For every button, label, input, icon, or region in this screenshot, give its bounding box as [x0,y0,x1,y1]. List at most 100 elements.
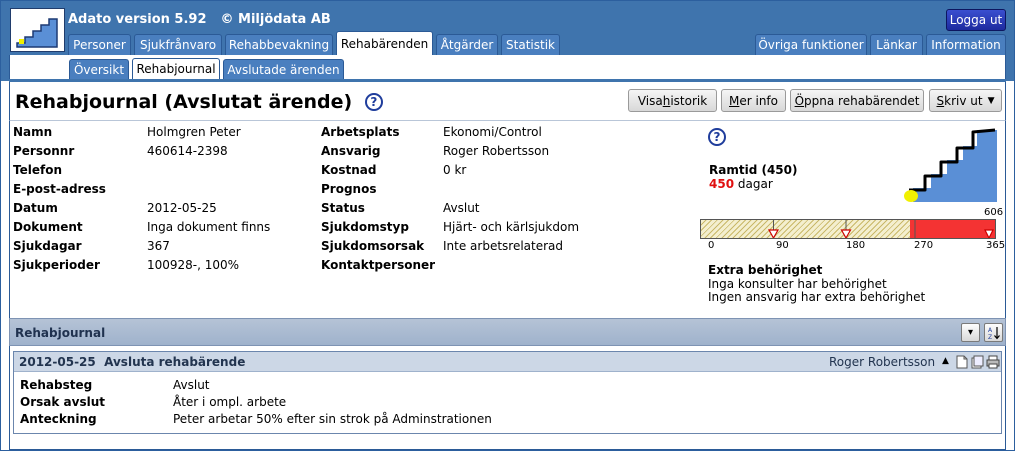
entry-value-orsak-avslut: Åter i ompl. arbete [173,395,287,409]
entry-label-rehabsteg: Rehabsteg [20,378,93,392]
help-icon[interactable]: ? [364,93,383,111]
stairs-illustration-icon [904,128,997,202]
extra-permission-line1: Inga konsulter har behörighet [708,277,887,291]
field-value-ansvarig: Roger Robertsson [443,144,550,158]
field-label-kontaktpersoner: Kontaktpersoner [321,258,436,272]
tab-information[interactable]: Information [926,34,1006,55]
field-label-personnr: Personnr [13,144,75,158]
app-version: Adato version 5.92 [68,12,207,27]
stairs-logo-icon [16,18,58,48]
field-label-namn: Namn [13,125,53,139]
field-label-telefon: Telefon [13,163,62,177]
svg-text:Z: Z [988,334,992,340]
ramtid-tick-0: 0 [708,240,715,251]
entry-label-orsak-avslut: Orsak avslut [20,395,105,409]
tab-statistik[interactable]: Statistik [501,34,560,55]
field-value-sjukdomstyp: Hjärt- och kärlsjukdom [443,220,580,234]
field-value-arbetsplats: Ekonomi/Control [443,125,542,139]
field-label-dokument: Dokument [13,220,83,234]
marker-90-icon [767,229,780,238]
chevron-down-icon: ▾ [967,327,974,338]
journal-section-title: Rehabjournal [15,326,106,340]
collapse-dropdown-button[interactable]: ▾ [961,323,980,342]
ramtid-days-value: 450 [709,177,735,191]
field-value-namn: Holmgren Peter [147,125,241,139]
ramtid-days-unit: dagar [737,177,773,191]
field-value-dokument: Inga dokument finns [147,220,271,234]
field-label-ansvarig: Ansvarig [321,144,381,158]
journal-entry-header: 2012-05-25 Avsluta rehabärende Roger Rob… [14,352,1001,372]
extra-permission-title: Extra behörighet [708,263,823,277]
field-label-datum: Datum [13,201,58,215]
tab-rehabarenden[interactable]: Rehabärenden [336,31,433,55]
copyright: © Miljödata AB [220,12,331,27]
print-icon[interactable] [986,355,1000,369]
journal-list: 2012-05-25 Avsluta rehabärende Roger Rob… [9,346,1006,450]
field-value-kostnad: 0 kr [443,163,467,177]
chevron-down-icon: ▼ [987,95,995,106]
open-case-button[interactable]: Öppna rehabärendet [790,89,924,112]
print-label: Skriv ut [936,93,983,108]
extra-permission-line2: Ingen ansvarig har extra behörighet [708,290,926,304]
app-window: Adato version 5.92 © Miljödata AB Logga u… [0,0,1015,451]
field-label-prognos: Prognos [321,182,377,196]
field-label-epost: E-post-adress [13,182,106,196]
title-bar: Rehabjournal (Avslutat ärende) ? Visa hi… [9,82,1006,121]
journal-entry-type: Avsluta rehabärende [104,355,246,369]
marker-180-icon [840,229,852,238]
ramtid-tick-270: 270 [914,240,934,251]
field-label-status: Status [321,201,365,215]
journal-section-header: Rehabjournal ▾ A Z [9,318,1006,346]
logout-button[interactable]: Logga ut [946,9,1006,31]
journal-entry: 2012-05-25 Avsluta rehabärende Roger Rob… [13,351,1002,434]
ramtid-tick-180: 180 [846,240,866,251]
field-value-status: Avslut [443,201,480,215]
tab-rehabbevakning[interactable]: Rehabbevakning [225,34,333,55]
journal-entry-title: 2012-05-25 Avsluta rehabärende [19,355,245,369]
sort-icon: A Z [988,326,1000,340]
ramtid-title: Ramtid (450) [709,163,798,177]
ramtid-tick-90: 90 [776,240,789,251]
ramtid-markers [767,220,994,238]
field-value-sjukdagar: 367 [147,239,170,253]
ramtid-max-label: 606 [984,207,1004,218]
tab-personer[interactable]: Personer [68,34,131,55]
more-info-button[interactable]: Mer info [721,89,786,112]
field-value-sjukdomsorsak: Inte arbetsrelaterad [443,239,564,253]
field-value-personnr: 460614-2398 [147,144,228,158]
entry-value-rehabsteg: Avslut [173,378,210,392]
field-label-sjukperioder: Sjukperioder [13,258,100,272]
tab-atgarder[interactable]: Åtgärder [436,34,498,55]
print-dropdown-button[interactable]: Skriv ut ▼ [929,89,1002,112]
sort-button[interactable]: A Z [984,323,1003,342]
subtab-oversikt[interactable]: Översikt [69,59,129,79]
ramtid-progress-bar [700,219,996,239]
tab-sjukfranvaro[interactable]: Sjukfrånvaro [134,34,222,55]
tab-ovriga-funktioner[interactable]: Övriga funktioner [755,34,867,55]
field-label-kostnad: Kostnad [321,163,377,177]
field-value-sjukperioder: 100928-, 100% [147,258,240,272]
page-title: Rehabjournal (Avslutat ärende) ? [15,91,383,113]
field-label-arbetsplats: Arbetsplats [321,125,400,139]
ramtid-tick-365: 365 [986,240,1006,251]
adato-logo [10,8,65,52]
page-title-text: Rehabjournal (Avslutat ärende) [15,91,353,113]
subtab-rehabjournal[interactable]: Rehabjournal [132,58,220,79]
field-label-sjukdagar: Sjukdagar [13,239,82,253]
field-value-datum: 2012-05-25 [147,201,217,215]
document-icon[interactable] [956,355,968,369]
journal-entry-author: Roger Robertsson [829,355,936,369]
subtab-avslutade-arenden[interactable]: Avslutade ärenden [223,59,344,79]
copy-icon[interactable] [971,355,984,369]
show-history-button[interactable]: Visa h istorik [628,89,717,112]
journal-entry-date: 2012-05-25 [19,355,96,369]
entry-label-anteckning: Anteckning [20,412,97,426]
tab-lankar[interactable]: Länkar [870,34,923,55]
field-label-sjukdomstyp: Sjukdomstyp [321,220,409,234]
collapse-entry-icon[interactable]: ▲ [942,356,949,366]
field-label-sjukdomsorsak: Sjukdomsorsak [321,239,425,253]
entry-value-anteckning: Peter arbetar 50% efter sin strok på Adm… [173,412,492,426]
app-title: Adato version 5.92 © Miljödata AB [68,12,331,27]
ramtid-help-icon[interactable]: ? [708,128,726,146]
svg-text:A: A [988,327,993,334]
